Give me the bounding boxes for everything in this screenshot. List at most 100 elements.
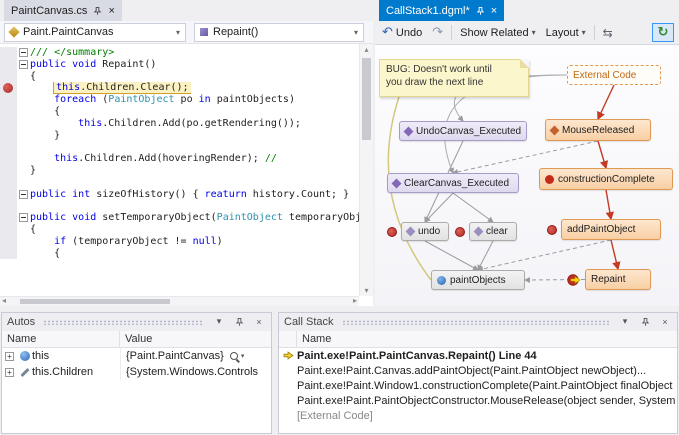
tab-paintcanvas[interactable]: PaintCanvas.cs × bbox=[4, 0, 122, 21]
code-line[interactable]: foreach (PaintObject po in paintObjects) bbox=[0, 94, 359, 106]
code-line[interactable]: if (temporaryObject != null) bbox=[0, 236, 359, 248]
code-line[interactable]: { bbox=[0, 106, 359, 118]
code-line[interactable]: /// </summary> bbox=[0, 47, 359, 59]
show-related-dropdown[interactable]: Show Related ▾ bbox=[458, 26, 538, 40]
fold-margin[interactable] bbox=[17, 59, 30, 71]
drag-grip[interactable] bbox=[342, 320, 610, 325]
current-frame-marker[interactable] bbox=[567, 274, 583, 286]
code-line[interactable] bbox=[0, 177, 359, 189]
node-addPaintObject[interactable]: addPaintObject bbox=[561, 219, 661, 240]
code-line[interactable]: } bbox=[0, 130, 359, 142]
node-clear[interactable]: clear bbox=[469, 222, 517, 241]
redo-button[interactable]: ↷ bbox=[430, 26, 445, 40]
horizontal-scrollbar[interactable]: ◂ ▸ bbox=[0, 296, 359, 306]
breakpoint-margin[interactable] bbox=[0, 71, 17, 83]
breakpoint-marker[interactable] bbox=[547, 225, 557, 235]
callstack-header[interactable]: Name bbox=[279, 331, 677, 348]
autos-row[interactable]: +this.Children{System.Windows.Controls bbox=[2, 364, 271, 380]
breakpoint-margin[interactable] bbox=[0, 248, 17, 260]
callstack-row[interactable]: Paint.exe!Paint.Window1.constructionComp… bbox=[279, 378, 677, 393]
window-position-icon[interactable]: ▾ bbox=[212, 315, 226, 329]
callstack-row[interactable]: Paint.exe!Paint.Canvas.addPaintObject(Pa… bbox=[279, 363, 677, 378]
code-line[interactable]: } bbox=[0, 165, 359, 177]
breakpoint-margin[interactable] bbox=[0, 236, 17, 248]
callstack-row[interactable]: Paint.exe!Paint.PaintCanvas.Repaint() Li… bbox=[279, 348, 677, 363]
close-icon[interactable]: × bbox=[491, 6, 497, 16]
undo-button[interactable]: ↶ Undo bbox=[380, 26, 424, 40]
code-line[interactable] bbox=[0, 200, 359, 212]
code-map-canvas[interactable]: BUG: Doesn't work untilyou draw the next… bbox=[375, 45, 679, 306]
pin-icon[interactable] bbox=[476, 6, 485, 16]
breakpoint-marker[interactable] bbox=[455, 227, 465, 237]
window-position-icon[interactable]: ▾ bbox=[618, 315, 632, 329]
code-line[interactable]: this.Children.Clear(); bbox=[0, 82, 359, 94]
flow-direction-button[interactable]: ⇆ bbox=[601, 25, 615, 41]
pin-icon[interactable] bbox=[93, 6, 102, 16]
scrollbar-thumb[interactable] bbox=[20, 299, 170, 304]
scroll-left-icon[interactable]: ◂ bbox=[2, 296, 6, 305]
expand-toggle[interactable]: + bbox=[2, 352, 17, 361]
code-editor[interactable]: /// </summary>public void Repaint(){ thi… bbox=[0, 44, 373, 306]
node-mouseReleased[interactable]: MouseReleased bbox=[545, 119, 651, 141]
node-paintObjects[interactable]: paintObjects bbox=[431, 270, 525, 290]
code-line[interactable]: { bbox=[0, 248, 359, 260]
breakpoint-margin[interactable] bbox=[0, 212, 17, 224]
breakpoint-margin[interactable] bbox=[0, 47, 17, 59]
method-dropdown[interactable]: Repaint() ▾ bbox=[194, 23, 364, 42]
breakpoint-margin[interactable] bbox=[0, 165, 17, 177]
fold-margin[interactable] bbox=[17, 189, 30, 201]
callstack-row[interactable]: [External Code] bbox=[279, 408, 677, 423]
scroll-right-icon[interactable]: ▸ bbox=[353, 296, 357, 305]
close-icon[interactable]: × bbox=[252, 315, 266, 329]
node-repaint[interactable]: Repaint bbox=[585, 269, 651, 290]
breakpoint-icon[interactable] bbox=[0, 82, 17, 94]
breakpoint-marker[interactable] bbox=[387, 227, 397, 237]
expand-toggle[interactable]: + bbox=[2, 368, 17, 377]
pin-icon[interactable] bbox=[638, 315, 652, 329]
class-dropdown[interactable]: Paint.PaintCanvas ▾ bbox=[4, 23, 186, 42]
layout-dropdown[interactable]: Layout ▾ bbox=[544, 26, 588, 40]
fold-margin[interactable] bbox=[17, 47, 30, 59]
code-line[interactable]: public void setTemporaryObject(PaintObje… bbox=[0, 212, 359, 224]
breakpoint-margin[interactable] bbox=[0, 141, 17, 153]
refresh-graph-button[interactable]: ↻ bbox=[652, 23, 674, 42]
node-undoCanvasExecuted[interactable]: UndoCanvas_Executed bbox=[399, 121, 527, 141]
code-line[interactable] bbox=[0, 141, 359, 153]
breakpoint-margin[interactable] bbox=[0, 200, 17, 212]
breakpoint-margin[interactable] bbox=[0, 177, 17, 189]
drag-grip[interactable] bbox=[43, 320, 204, 325]
column-value[interactable]: Value bbox=[120, 333, 271, 345]
close-icon[interactable]: × bbox=[658, 315, 672, 329]
breakpoint-margin[interactable] bbox=[0, 130, 17, 142]
column-name[interactable]: Name bbox=[297, 333, 677, 345]
column-name[interactable]: Name bbox=[2, 331, 120, 347]
code-line[interactable]: { bbox=[0, 224, 359, 236]
bug-note[interactable]: BUG: Doesn't work untilyou draw the next… bbox=[379, 59, 529, 97]
close-icon[interactable]: × bbox=[108, 6, 114, 16]
breakpoint-margin[interactable] bbox=[0, 224, 17, 236]
callstack-row[interactable]: Paint.exe!Paint.PaintObjectConstructor.M… bbox=[279, 393, 677, 408]
code-line[interactable]: public int sizeOfHistory() { reaturn his… bbox=[0, 189, 359, 201]
tab-callstack-dgml[interactable]: CallStack1.dgml* × bbox=[379, 0, 504, 21]
node-clearCanvasExecuted[interactable]: ClearCanvas_Executed bbox=[387, 173, 519, 193]
breakpoint-margin[interactable] bbox=[0, 189, 17, 201]
node-constructionComplete[interactable]: constructionComplete bbox=[539, 168, 673, 190]
autos-titlebar[interactable]: Autos ▾ × bbox=[2, 313, 271, 331]
scrollbar-thumb[interactable] bbox=[362, 58, 371, 140]
code-line[interactable]: public void Repaint() bbox=[0, 59, 359, 71]
pin-icon[interactable] bbox=[232, 315, 246, 329]
fold-margin[interactable] bbox=[17, 212, 30, 224]
scroll-up-icon[interactable]: ▴ bbox=[360, 45, 373, 54]
code-line[interactable]: this.Children.Add(hoveringRender); // bbox=[0, 153, 359, 165]
callstack-titlebar[interactable]: Call Stack ▾ × bbox=[279, 313, 677, 331]
node-external[interactable]: External Code bbox=[567, 65, 661, 85]
node-undo[interactable]: undo bbox=[401, 222, 449, 241]
breakpoint-margin[interactable] bbox=[0, 94, 17, 106]
breakpoint-margin[interactable] bbox=[0, 118, 17, 130]
autos-header[interactable]: Name Value bbox=[2, 331, 271, 348]
autos-row[interactable]: +this{Paint.PaintCanvas}▾ bbox=[2, 348, 271, 364]
breakpoint-margin[interactable] bbox=[0, 153, 17, 165]
code-line[interactable]: this.Children.Add(po.getRendering()); bbox=[0, 118, 359, 130]
breakpoint-margin[interactable] bbox=[0, 106, 17, 118]
code-line[interactable]: { bbox=[0, 71, 359, 83]
